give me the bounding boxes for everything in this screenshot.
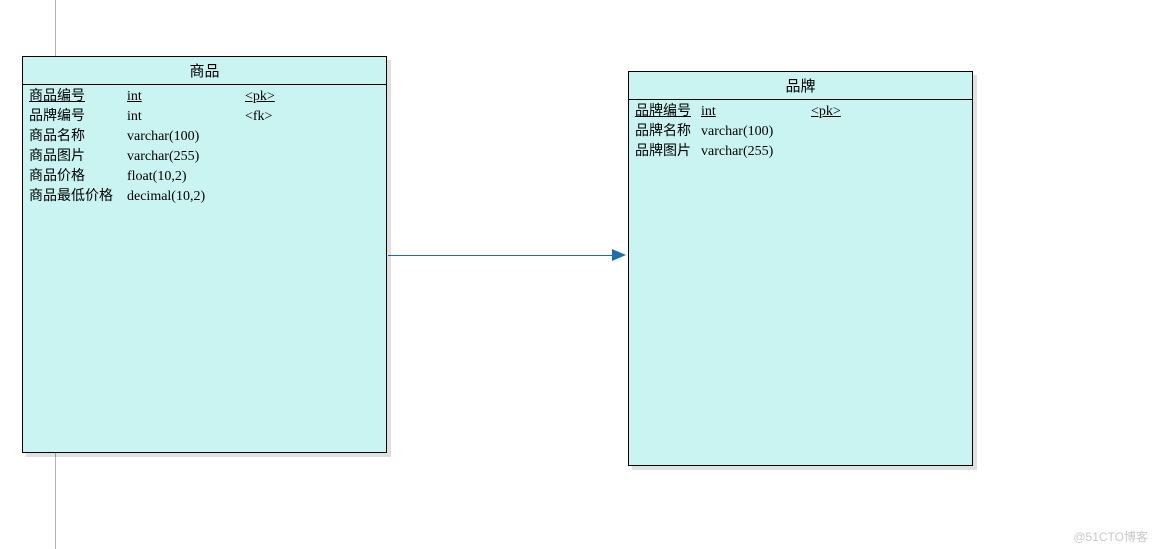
column-type: varchar(255)	[701, 142, 811, 162]
entity-body: 品牌编号 int <pk> 品牌名称 varchar(100) 品牌图片 var…	[629, 100, 972, 164]
column-name: 商品最低价格	[29, 187, 127, 207]
column-type: varchar(100)	[701, 122, 811, 142]
table-row: 商品最低价格 decimal(10,2)	[29, 187, 380, 207]
column-type: int	[127, 107, 245, 127]
column-name: 商品图片	[29, 147, 127, 167]
column-key	[811, 142, 851, 162]
column-type: int	[701, 102, 811, 122]
column-key	[245, 127, 285, 147]
column-name: 品牌编号	[29, 107, 127, 127]
table-row: 品牌编号 int <pk>	[635, 102, 966, 122]
entity-brand[interactable]: 品牌 品牌编号 int <pk> 品牌名称 varchar(100) 品牌图片 …	[628, 71, 973, 466]
entity-product[interactable]: 商品 商品编号 int <pk> 品牌编号 int <fk> 商品名称 varc…	[22, 56, 387, 453]
column-type: int	[127, 87, 245, 107]
column-key: <pk>	[245, 87, 285, 107]
column-name: 品牌名称	[635, 122, 701, 142]
column-type: decimal(10,2)	[127, 187, 245, 207]
entity-body: 商品编号 int <pk> 品牌编号 int <fk> 商品名称 varchar…	[23, 85, 386, 209]
table-row: 商品价格 float(10,2)	[29, 167, 380, 187]
column-type: float(10,2)	[127, 167, 245, 187]
diagram-canvas: 商品 商品编号 int <pk> 品牌编号 int <fk> 商品名称 varc…	[0, 0, 1156, 549]
column-type: varchar(255)	[127, 147, 245, 167]
entity-title: 商品	[23, 57, 386, 85]
column-name: 商品编号	[29, 87, 127, 107]
table-row: 商品图片 varchar(255)	[29, 147, 380, 167]
relationship-arrow-head-icon	[612, 249, 626, 261]
column-name: 品牌图片	[635, 142, 701, 162]
column-key	[245, 187, 285, 207]
column-name: 品牌编号	[635, 102, 701, 122]
column-key: <fk>	[245, 107, 285, 127]
column-key	[245, 147, 285, 167]
table-row: 商品名称 varchar(100)	[29, 127, 380, 147]
table-row: 品牌编号 int <fk>	[29, 107, 380, 127]
column-type: varchar(100)	[127, 127, 245, 147]
table-row: 品牌名称 varchar(100)	[635, 122, 966, 142]
column-key	[811, 122, 851, 142]
table-row: 品牌图片 varchar(255)	[635, 142, 966, 162]
column-key: <pk>	[811, 102, 851, 122]
column-key	[245, 167, 285, 187]
column-name: 商品名称	[29, 127, 127, 147]
entity-title: 品牌	[629, 72, 972, 100]
table-row: 商品编号 int <pk>	[29, 87, 380, 107]
relationship-arrow-line	[388, 255, 612, 256]
watermark: @51CTO博客	[1073, 528, 1148, 545]
column-name: 商品价格	[29, 167, 127, 187]
